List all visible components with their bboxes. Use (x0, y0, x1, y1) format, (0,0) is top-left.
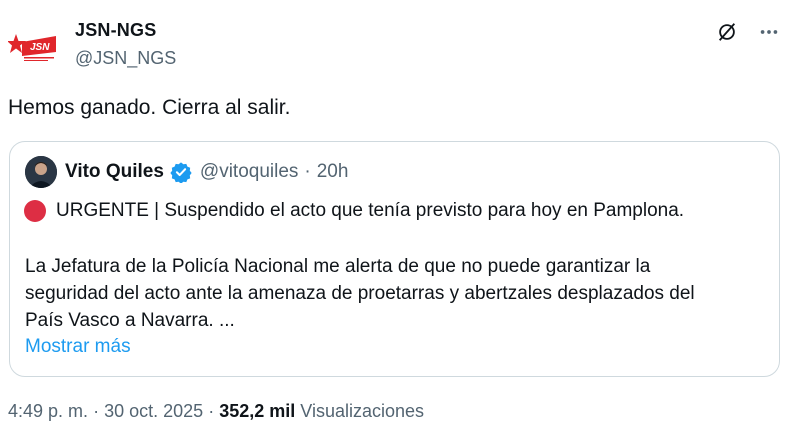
red-circle-icon (24, 200, 46, 222)
quote-author-handle[interactable]: @vitoquiles (200, 161, 299, 183)
views-count[interactable]: 352,2 mil (219, 401, 295, 421)
tweet-text: Hemos ganado. Cierra al salir. (8, 96, 291, 119)
quote-urgent-line: URGENTE | Suspendido el acto que tenía p… (24, 200, 684, 222)
tweet-top-actions (715, 20, 781, 44)
author-name[interactable]: JSN-NGS (75, 20, 156, 41)
quote-body-line: La Jefatura de la Policía Nacional me al… (25, 256, 651, 277)
quote-avatar[interactable] (25, 156, 57, 188)
grok-slash-icon[interactable] (715, 20, 739, 44)
quote-body: La Jefatura de la Policía Nacional me al… (25, 253, 775, 334)
ellipsis-icon[interactable] (757, 20, 781, 44)
meta-separator: · (93, 401, 100, 421)
quote-author-name[interactable]: Vito Quiles (65, 161, 164, 183)
jsn-logo: JSN (8, 34, 56, 61)
quote-urgent-text: URGENTE | Suspendido el acto que tenía p… (56, 200, 685, 221)
tweet-meta: 4:49 p. m. · 30 oct. 2025 · 352,2 mil Vi… (8, 401, 424, 422)
quote-separator: · (304, 161, 311, 182)
quote-body-line: seguridad del acto ante la amenaza de pr… (25, 283, 695, 304)
quote-body-line: País Vasco a Navarra. ... (25, 310, 235, 331)
quoted-tweet-card[interactable]: Vito Quiles @vitoquiles · 20h URGENTE | … (9, 141, 780, 377)
quote-header: Vito Quiles @vitoquiles · 20h (65, 161, 348, 183)
quote-time[interactable]: 20h (317, 161, 349, 183)
author-avatar[interactable]: JSN (6, 20, 60, 74)
tweet-time[interactable]: 4:49 p. m. (8, 401, 88, 421)
verified-badge-icon (170, 161, 192, 183)
tweet-date[interactable]: 30 oct. 2025 (104, 401, 203, 421)
author-handle[interactable]: @JSN_NGS (75, 48, 176, 69)
views-label[interactable]: Visualizaciones (300, 401, 424, 421)
logo-text: JSN (30, 42, 50, 53)
show-more-link[interactable]: Mostrar más (25, 336, 131, 358)
meta-separator: · (208, 401, 215, 421)
